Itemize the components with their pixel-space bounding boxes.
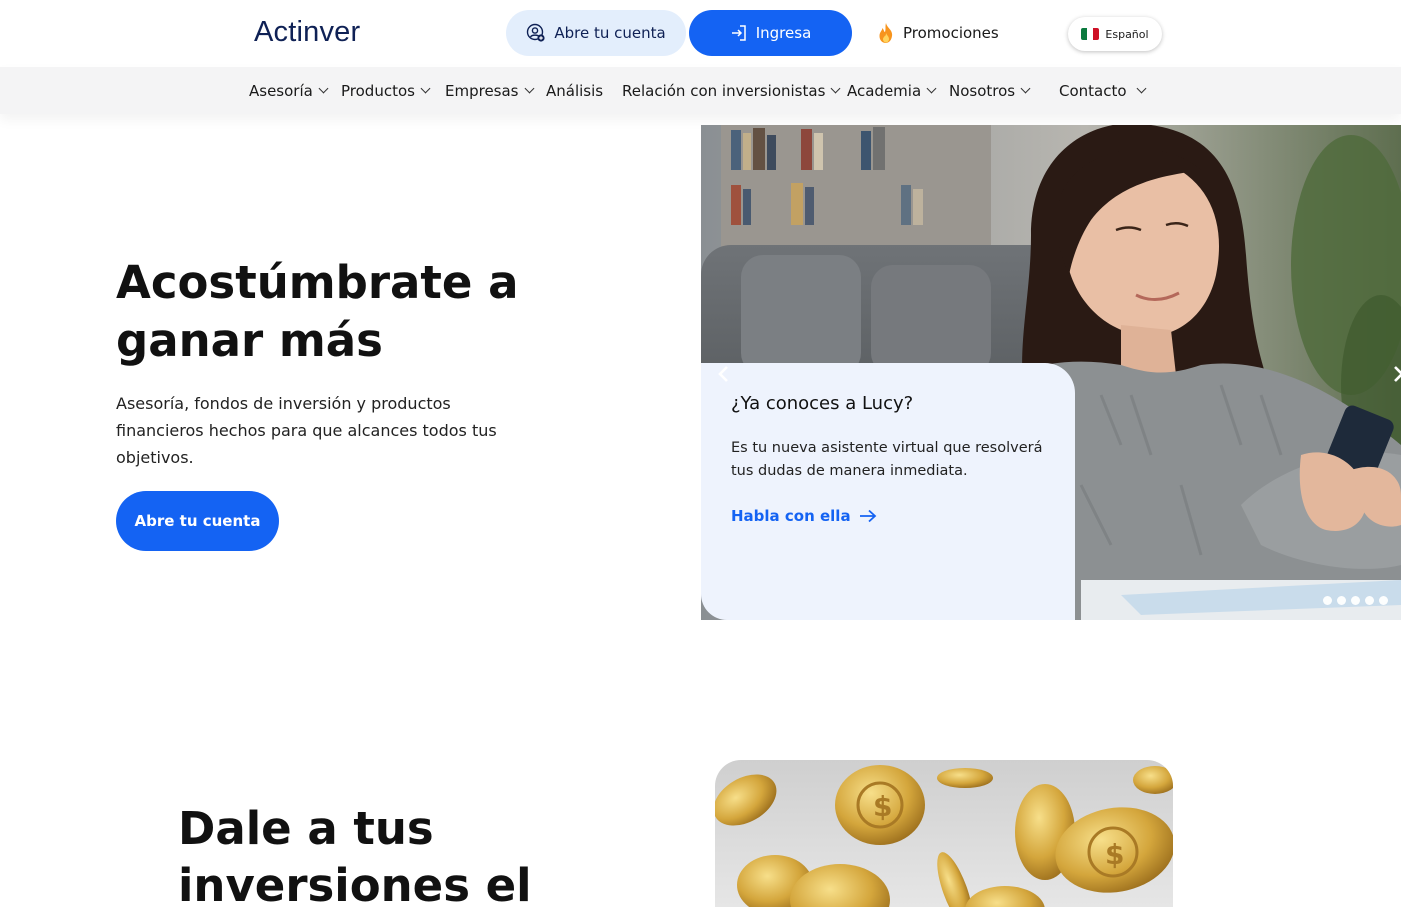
hero-open-account-button[interactable]: Abre tu cuenta (116, 491, 279, 551)
user-add-icon (527, 23, 545, 42)
open-account-button[interactable]: Abre tu cuenta (506, 10, 686, 56)
chevron-down-icon (420, 83, 431, 94)
lucy-promo-card: ¿Ya conoces a Lucy? Es tu nueva asistent… (701, 363, 1075, 620)
carousel-dot-3[interactable] (1351, 596, 1360, 605)
nav-item-label: Productos (341, 81, 415, 100)
carousel-next-arrow-icon[interactable] (1391, 365, 1401, 383)
promotions-link[interactable]: Promociones (876, 22, 999, 44)
chevron-down-icon (1136, 83, 1146, 94)
chevron-down-icon (318, 83, 329, 94)
open-account-label: Abre tu cuenta (554, 24, 666, 42)
nav-item-analisis[interactable]: Análisis (546, 67, 603, 114)
carousel-dot-4[interactable] (1365, 596, 1374, 605)
mexico-flag-icon (1081, 28, 1100, 40)
nav-item-empresas[interactable]: Empresas (445, 67, 534, 114)
nav-item-label: Análisis (546, 81, 604, 100)
chevron-down-icon (524, 83, 534, 94)
main-nav: Asesoría Productos Empresas Análisis Rel… (0, 67, 1401, 114)
carousel-dot-2[interactable] (1337, 596, 1346, 605)
nav-item-nosotros[interactable]: Nosotros (949, 67, 1031, 114)
carousel-dot-1[interactable] (1323, 596, 1332, 605)
nav-item-contacto[interactable]: Contacto (1059, 67, 1146, 114)
nav-item-label: Empresas (445, 81, 519, 100)
card-link-label: Habla con ella (731, 507, 851, 525)
login-icon (731, 25, 746, 41)
svg-text:$: $ (873, 790, 892, 823)
nav-item-label: Relación con inversionistas (622, 81, 826, 100)
fire-icon (879, 23, 893, 43)
language-label: Español (1105, 27, 1149, 41)
section-title: Dale a tus inversiones el (178, 802, 532, 907)
arrow-right-icon (859, 509, 876, 523)
chevron-down-icon (926, 83, 937, 94)
login-button[interactable]: Ingresa (689, 10, 852, 56)
nav-item-relacion-inversionistas[interactable]: Relación con inversionistas (622, 67, 841, 114)
nav-item-label: Nosotros (949, 81, 1016, 100)
login-label: Ingresa (755, 24, 812, 42)
top-bar: Actinver Abre tu cuenta Ingresa Promocio… (0, 0, 1401, 67)
hero-subtitle: Asesoría, fondos de inversión y producto… (116, 394, 497, 467)
carousel-prev-arrow-icon[interactable] (715, 365, 733, 383)
svg-text:$: $ (1105, 838, 1124, 871)
nav-item-academia[interactable]: Academia (847, 67, 937, 114)
hero-title: Acostúmbrate a ganar más (116, 256, 519, 367)
language-selector[interactable]: Español (1068, 17, 1162, 51)
nav-item-label: Academia (847, 81, 922, 100)
card-text: Es tu nueva asistente virtual que resolv… (731, 440, 1043, 479)
talk-to-lucy-link[interactable]: Habla con ella (731, 507, 1045, 525)
coins-illustration: $ $ (715, 760, 1173, 907)
chevron-down-icon (830, 83, 841, 94)
card-title: ¿Ya conoces a Lucy? (731, 393, 914, 414)
chevron-down-icon (1020, 83, 1031, 94)
hero-carousel: ¿Ya conoces a Lucy? Es tu nueva asistent… (701, 125, 1401, 620)
nav-item-productos[interactable]: Productos (341, 67, 431, 114)
carousel-pagination (1323, 596, 1388, 605)
promotions-label: Promociones (903, 24, 999, 42)
nav-item-label: Asesoría (249, 81, 313, 100)
actinver-logo[interactable]: Actinver (254, 16, 360, 49)
nav-item-asesoria[interactable]: Asesoría (249, 67, 329, 114)
carousel-dot-5[interactable] (1379, 596, 1388, 605)
gold-coins-image: $ $ (715, 760, 1173, 907)
nav-item-label: Contacto (1059, 81, 1127, 100)
